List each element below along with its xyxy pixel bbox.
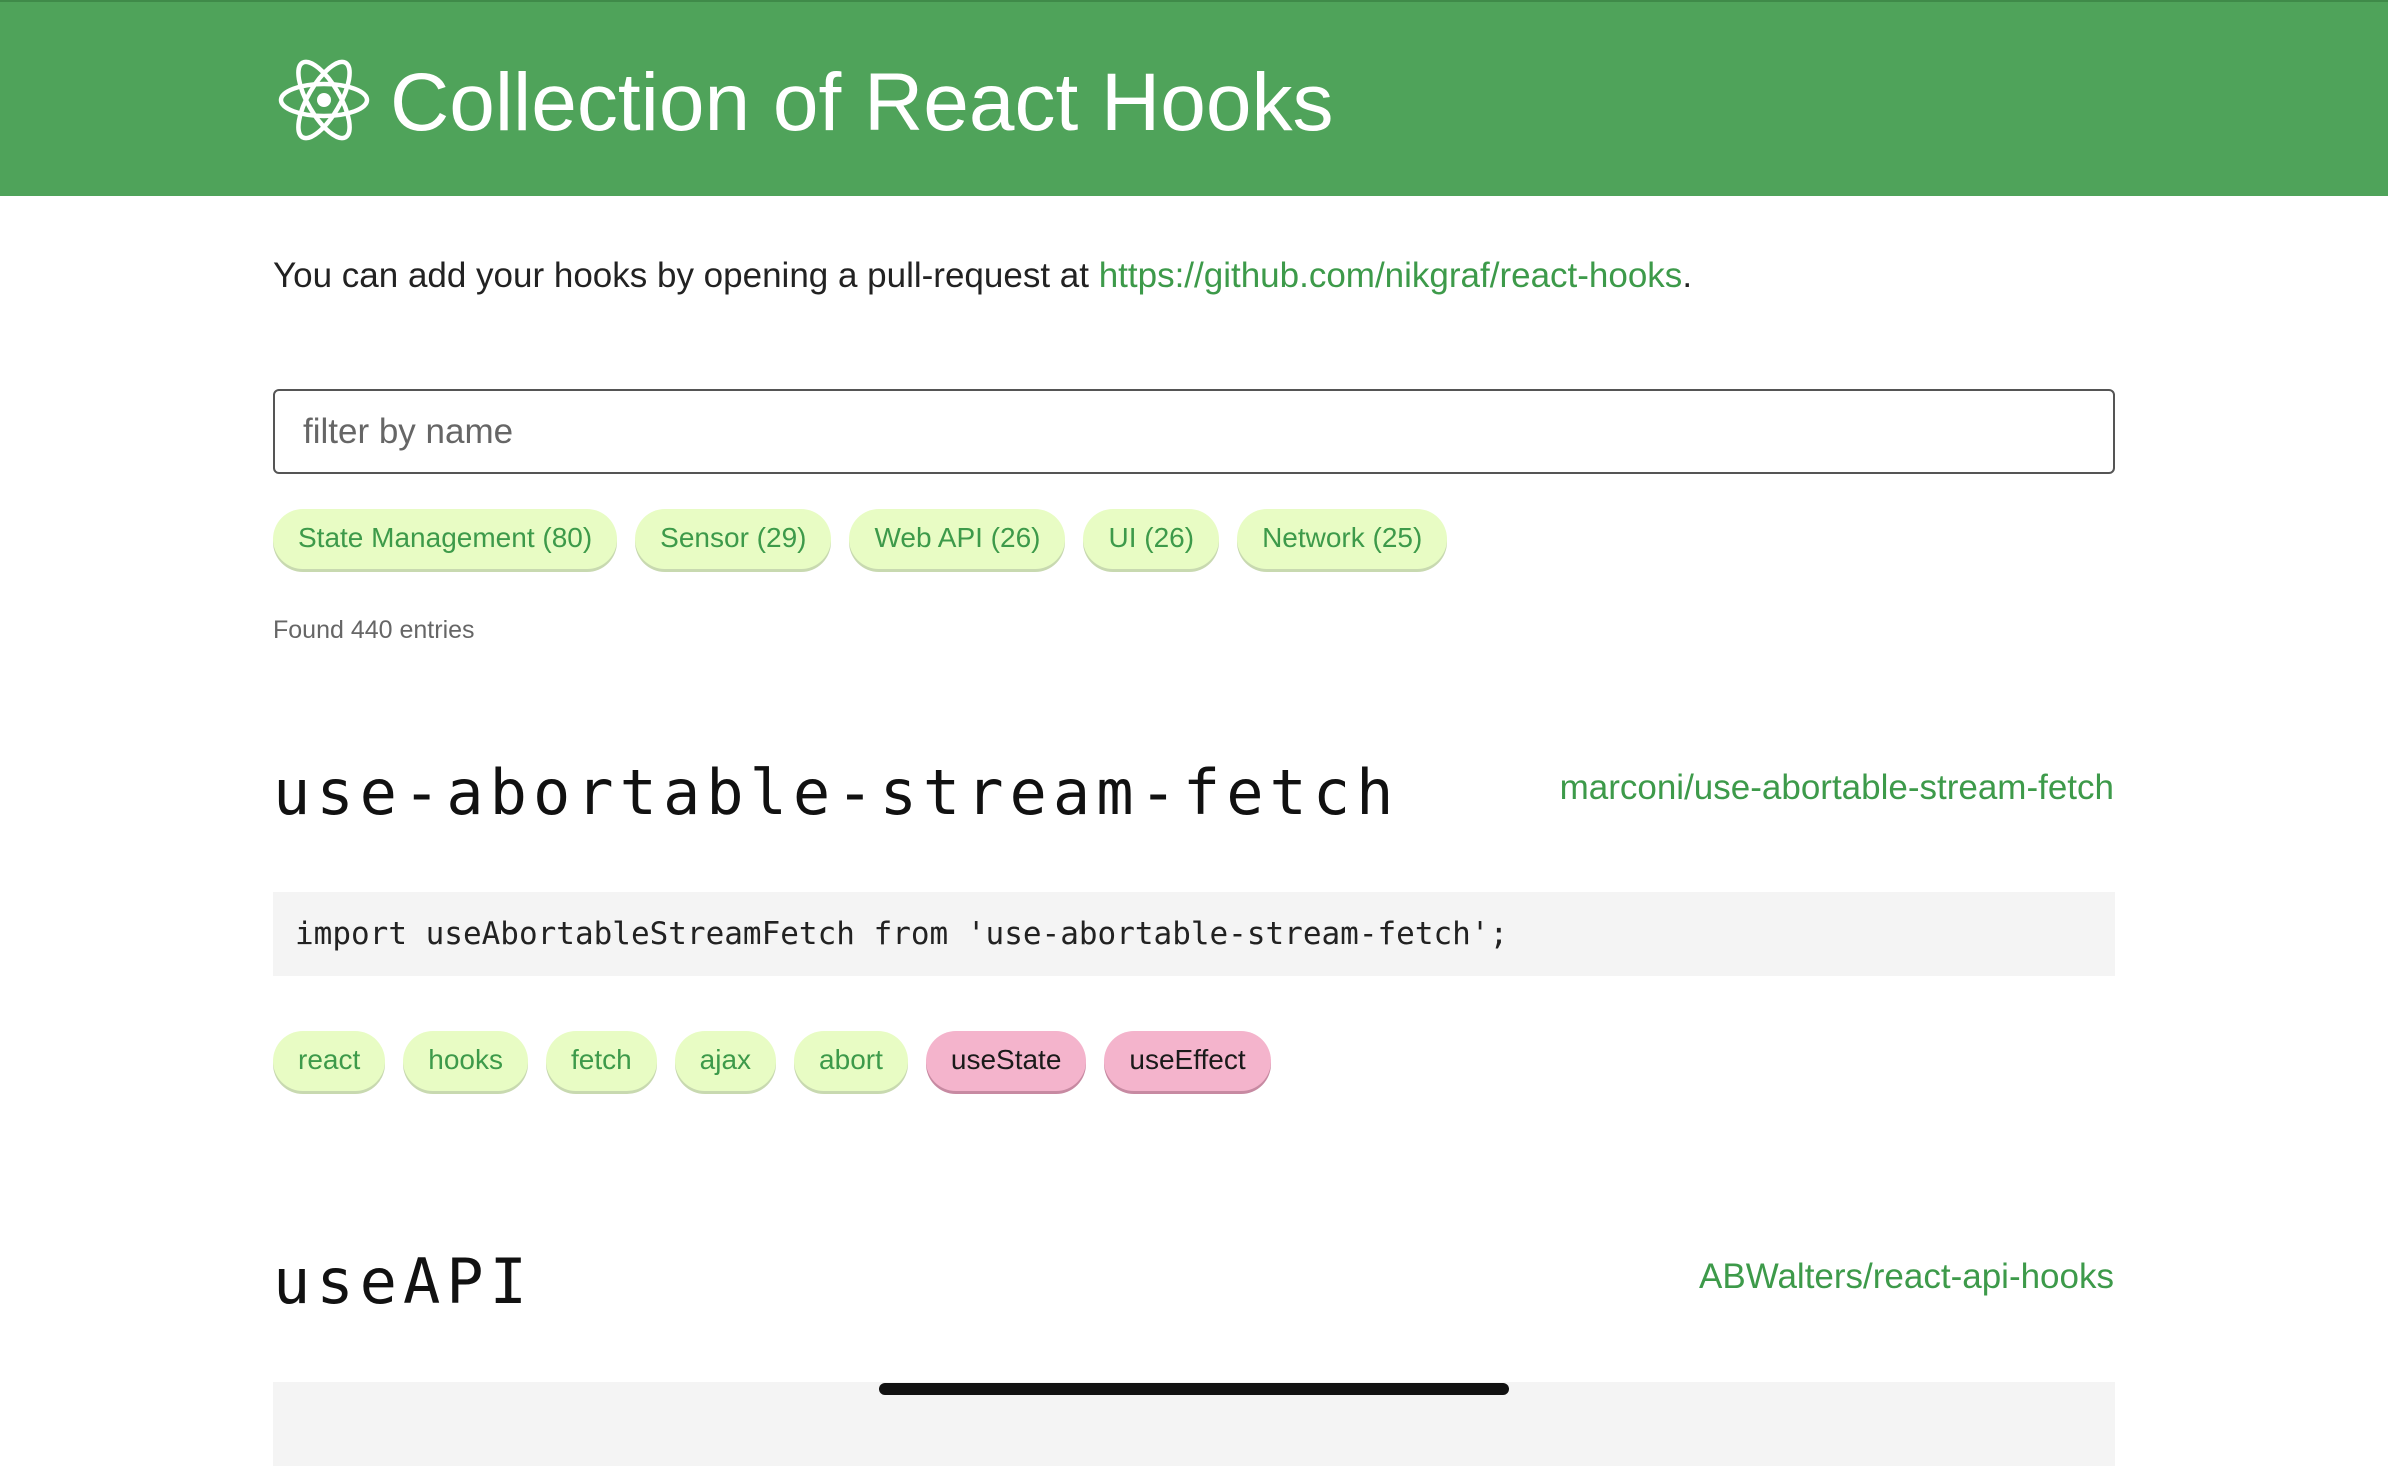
tag-fetch[interactable]: fetch	[545, 1031, 657, 1091]
react-atom-icon[interactable]	[278, 58, 370, 142]
intro-text: You can add your hooks by opening a pull…	[273, 252, 1692, 300]
category-ui[interactable]: UI (26)	[1083, 509, 1220, 569]
category-network[interactable]: Network (25)	[1237, 509, 1448, 569]
tag-react[interactable]: react	[273, 1031, 386, 1091]
category-state-management[interactable]: State Management (80)	[273, 509, 618, 569]
entry-title: useAPI	[273, 1245, 533, 1318]
tag-ajax[interactable]: ajax	[674, 1031, 777, 1091]
home-indicator[interactable]	[879, 1383, 1509, 1395]
results-count: Found 440 entries	[273, 616, 475, 644]
site-header: Collection of React Hooks	[0, 0, 2388, 196]
intro-label: You can add your hooks by opening a pull…	[273, 256, 1099, 295]
entry-repo-link[interactable]: marconi/use-abortable-stream-fetch	[1560, 768, 2114, 808]
github-repo-link[interactable]: https://github.com/nikgraf/react-hooks	[1099, 256, 1683, 295]
tag-useeffect[interactable]: useEffect	[1104, 1031, 1271, 1091]
tag-hooks[interactable]: hooks	[403, 1031, 528, 1091]
site-title[interactable]: Collection of React Hooks	[390, 48, 1333, 158]
category-web-api[interactable]: Web API (26)	[849, 509, 1066, 569]
entry-repo-link[interactable]: ABWalters/react-api-hooks	[1699, 1257, 2114, 1297]
category-sensor[interactable]: Sensor (29)	[635, 509, 832, 569]
entry-tags: react hooks fetch ajax abort useState us…	[273, 1031, 1271, 1091]
entry-title: use-abortable-stream-fetch	[273, 756, 1400, 829]
tag-usestate[interactable]: useState	[925, 1031, 1087, 1091]
category-filters: State Management (80) Sensor (29) Web AP…	[273, 509, 1448, 569]
intro-suffix: .	[1682, 256, 1693, 295]
import-code-block: import useAbortableStreamFetch from 'use…	[273, 892, 2115, 976]
tag-abort[interactable]: abort	[794, 1031, 908, 1091]
filter-input[interactable]	[273, 389, 2115, 474]
